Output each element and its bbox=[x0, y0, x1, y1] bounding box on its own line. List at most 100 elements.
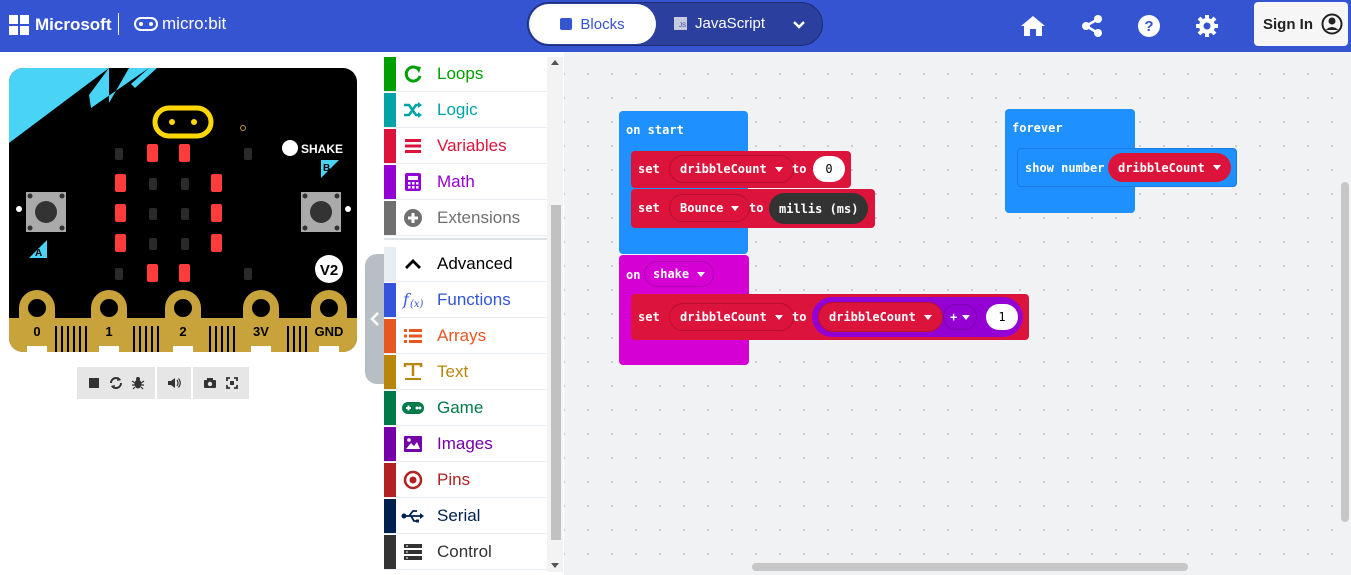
header-divider bbox=[118, 13, 119, 35]
images-icon bbox=[400, 434, 425, 454]
help-icon[interactable]: ? bbox=[1135, 12, 1163, 40]
screenshot-icon[interactable] bbox=[199, 377, 221, 389]
variables-color-bar bbox=[384, 129, 396, 163]
control-color-bar bbox=[384, 535, 396, 569]
toolbox-label: Images bbox=[437, 434, 493, 453]
toolbox-label: Serial bbox=[437, 506, 481, 525]
simulator-sound bbox=[157, 367, 191, 399]
toolbox-item-control[interactable]: Control bbox=[384, 535, 547, 570]
restart-icon[interactable] bbox=[105, 376, 127, 390]
tab-javascript-label: JavaScript bbox=[695, 15, 766, 32]
logic-color-bar bbox=[384, 93, 396, 127]
toolbox-item-images[interactable]: Images bbox=[384, 427, 547, 462]
functions-color-bar bbox=[384, 283, 396, 317]
toolbox-item-variables[interactable]: Variables bbox=[384, 129, 547, 164]
debug-icon[interactable] bbox=[127, 376, 149, 390]
on-label: on bbox=[626, 268, 641, 282]
simulator-view bbox=[193, 367, 249, 399]
microsoft-label: Microsoft bbox=[35, 15, 112, 34]
variable-dropdown[interactable]: dribbleCount bbox=[669, 155, 794, 183]
blocks-icon bbox=[560, 18, 573, 30]
variable-name: dribbleCount bbox=[829, 310, 916, 324]
advanced-color-bar bbox=[384, 247, 396, 281]
dropdown-arrow-icon bbox=[923, 314, 932, 320]
set-dribblecount-increment-block[interactable]: set dribbleCount to dribbleCount + 1 bbox=[631, 294, 1029, 340]
to-label: to bbox=[749, 201, 764, 215]
gesture-dropdown[interactable]: shake bbox=[644, 261, 715, 287]
toolbox-item-logic[interactable]: Logic bbox=[384, 93, 547, 128]
toolbox-item-game[interactable]: Game bbox=[384, 391, 547, 426]
microsoft-logo[interactable]: Microsoft bbox=[9, 15, 112, 35]
simulator-controls bbox=[77, 367, 155, 399]
stop-icon[interactable] bbox=[83, 377, 105, 389]
toolbox-label: Control bbox=[437, 542, 492, 561]
pins-color-bar bbox=[384, 463, 396, 497]
chevron-down-icon[interactable] bbox=[792, 17, 806, 36]
on-start-label: on start bbox=[626, 123, 684, 137]
toolbox-item-loops[interactable]: Loops bbox=[384, 57, 547, 92]
sound-icon[interactable] bbox=[163, 376, 185, 390]
workspace-horizontal-scrollbar[interactable] bbox=[752, 563, 1188, 571]
toolbox-label: Pins bbox=[437, 470, 471, 489]
workspace-vertical-scrollbar[interactable] bbox=[1341, 182, 1349, 522]
toolbox-item-math[interactable]: Math bbox=[384, 165, 547, 200]
tab-blocks[interactable]: Blocks bbox=[529, 4, 656, 44]
simulator-toolbar bbox=[77, 367, 251, 399]
toolbox-label: Logic bbox=[437, 100, 478, 119]
number-input[interactable]: 1 bbox=[986, 304, 1018, 330]
set-bounce-block[interactable]: set Bounce to millis (ms) bbox=[631, 189, 875, 228]
toolbox-scroll-thumb[interactable] bbox=[551, 205, 561, 540]
fullscreen-icon[interactable] bbox=[221, 377, 243, 389]
microbit-board[interactable]: SHAKE A B V2 0 1 2 3V GND bbox=[9, 68, 357, 352]
javascript-icon: JS bbox=[674, 17, 687, 30]
dropdown-arrow-icon bbox=[1212, 165, 1221, 170]
dropdown-arrow-icon bbox=[774, 314, 783, 320]
toolbox-label: Advanced bbox=[437, 254, 513, 273]
home-icon[interactable] bbox=[1019, 12, 1047, 40]
set-dribblecount-block[interactable]: set dribbleCount to 0 bbox=[631, 151, 851, 188]
sign-in-label: Sign In bbox=[1263, 15, 1313, 33]
variable-reporter[interactable]: dribbleCount bbox=[1108, 153, 1231, 182]
gesture-value: shake bbox=[653, 267, 690, 281]
variable-reporter[interactable]: dribbleCount bbox=[818, 302, 943, 332]
pin-3v-label: 3V bbox=[253, 324, 269, 339]
pins-icon bbox=[400, 470, 425, 490]
toolbox-item-advanced[interactable]: Advanced bbox=[384, 247, 547, 282]
images-color-bar bbox=[384, 427, 396, 461]
toolbox-item-pins[interactable]: Pins bbox=[384, 463, 547, 498]
toolbox-scrollbar[interactable] bbox=[547, 57, 563, 572]
toolbox-item-text[interactable]: Text bbox=[384, 355, 547, 390]
millis-block[interactable]: millis (ms) bbox=[769, 193, 869, 224]
forever-label: forever bbox=[1012, 121, 1063, 135]
toolbox: Loops Logic Variables Math Extensions Ad… bbox=[384, 52, 564, 575]
app-header: Microsoft micro:bit Blocks JS JavaScript… bbox=[0, 0, 1351, 52]
button-b-label: B bbox=[323, 163, 330, 174]
toolbox-item-functions[interactable]: f (x) Functions bbox=[384, 283, 547, 318]
variable-name: dribbleCount bbox=[680, 162, 767, 176]
variable-name: dribbleCount bbox=[1118, 160, 1205, 175]
loops-color-bar bbox=[384, 57, 396, 91]
collapse-simulator-button[interactable] bbox=[365, 254, 385, 384]
math-color-bar bbox=[384, 165, 396, 199]
toolbox-item-extensions[interactable]: Extensions bbox=[384, 201, 547, 236]
sign-in-button[interactable]: Sign In bbox=[1254, 2, 1348, 46]
share-icon[interactable] bbox=[1078, 12, 1106, 40]
operator-dropdown[interactable]: + bbox=[943, 304, 978, 330]
toolbox-item-serial[interactable]: Serial bbox=[384, 499, 547, 534]
show-number-block[interactable]: show number dribbleCount bbox=[1017, 148, 1237, 187]
number-value: 1 bbox=[998, 310, 1006, 324]
tab-javascript[interactable]: JS JavaScript bbox=[674, 15, 765, 32]
simulator-panel: SHAKE A B V2 0 1 2 3V GND bbox=[0, 52, 384, 575]
chevron-left-icon bbox=[370, 312, 379, 326]
text-color-bar bbox=[384, 355, 396, 389]
microsoft-grid-icon bbox=[9, 15, 29, 35]
gear-icon[interactable] bbox=[1193, 12, 1221, 40]
blocks-workspace[interactable]: on start set dribbleCount to 0 set Bounc… bbox=[564, 52, 1351, 575]
usb-icon bbox=[400, 506, 425, 526]
microbit-logo[interactable]: micro:bit bbox=[134, 14, 226, 34]
number-value: 0 bbox=[825, 162, 833, 176]
variable-dropdown[interactable]: dribbleCount bbox=[669, 303, 794, 331]
toolbox-item-arrays[interactable]: Arrays bbox=[384, 319, 547, 354]
variable-dropdown[interactable]: Bounce bbox=[669, 194, 751, 222]
number-input[interactable]: 0 bbox=[813, 156, 845, 182]
